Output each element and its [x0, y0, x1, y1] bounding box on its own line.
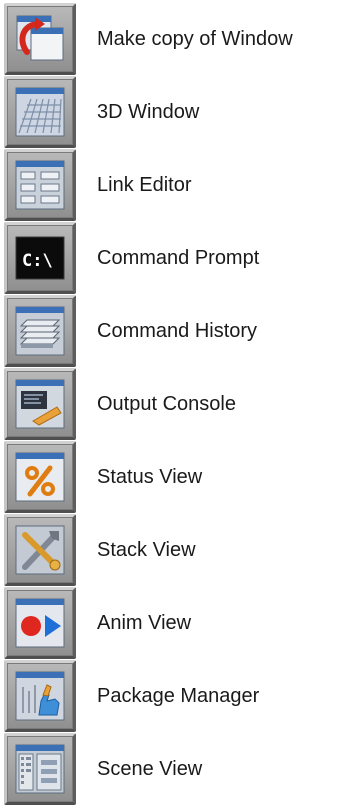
menu-item-label: Link Editor — [97, 174, 192, 196]
menu-item-label: Output Console — [97, 393, 236, 415]
menu-item-label: Package Manager — [97, 685, 260, 707]
menu-item-label: Make copy of Window — [97, 28, 293, 50]
3d-window-icon — [15, 87, 65, 137]
menu-item-stack-view[interactable]: Stack View — [0, 514, 358, 586]
menu-item-3d-window[interactable]: 3D Window — [0, 76, 358, 148]
menu-item-label: Anim View — [97, 612, 192, 634]
menu-item-command-prompt[interactable]: C:\ Command Prompt — [0, 222, 358, 294]
menu-item-label: Scene View — [97, 758, 203, 780]
status-view-icon — [15, 452, 65, 502]
menu-item-output-console[interactable]: Output Console — [0, 368, 358, 440]
command-prompt-icon-button[interactable]: C:\ — [4, 222, 76, 294]
menu-item-package-manager[interactable]: Package Manager — [0, 660, 358, 732]
scene-view-icon-button[interactable] — [4, 733, 76, 805]
status-view-icon-button[interactable] — [4, 441, 76, 513]
command-history-icon — [15, 306, 65, 356]
menu-item-make-copy-of-window[interactable]: Make copy of Window — [0, 3, 358, 75]
command-prompt-icon: C:\ — [15, 236, 65, 280]
copy-window-icon — [16, 15, 64, 61]
menu-item-scene-view[interactable]: Scene View — [0, 733, 358, 805]
menu-item-label: Status View — [97, 466, 203, 488]
command-history-icon-button[interactable] — [4, 295, 76, 367]
copy-window-icon-button[interactable] — [4, 3, 76, 75]
stack-view-icon — [15, 525, 65, 575]
anim-view-icon-button[interactable] — [4, 587, 76, 659]
output-console-icon — [15, 379, 65, 429]
package-manager-icon — [15, 671, 65, 721]
link-editor-icon-button[interactable] — [4, 149, 76, 221]
menu-item-link-editor[interactable]: Link Editor — [0, 149, 358, 221]
scene-view-icon — [15, 744, 65, 794]
menu-item-label: 3D Window — [97, 101, 200, 123]
menu-item-anim-view[interactable]: Anim View — [0, 587, 358, 659]
window-menu: Make copy of Window 3D Window Link Edito… — [0, 0, 358, 811]
menu-item-label: Command History — [97, 320, 258, 342]
stack-view-icon-button[interactable] — [4, 514, 76, 586]
menu-item-status-view[interactable]: Status View — [0, 441, 358, 513]
3d-window-icon-button[interactable] — [4, 76, 76, 148]
anim-view-icon — [15, 598, 65, 648]
output-console-icon-button[interactable] — [4, 368, 76, 440]
menu-item-label: Stack View — [97, 539, 196, 561]
menu-item-label: Command Prompt — [97, 247, 260, 269]
link-editor-icon — [15, 160, 65, 210]
menu-item-command-history[interactable]: Command History — [0, 295, 358, 367]
package-manager-icon-button[interactable] — [4, 660, 76, 732]
command-prompt-glyph: C:\ — [22, 251, 53, 271]
